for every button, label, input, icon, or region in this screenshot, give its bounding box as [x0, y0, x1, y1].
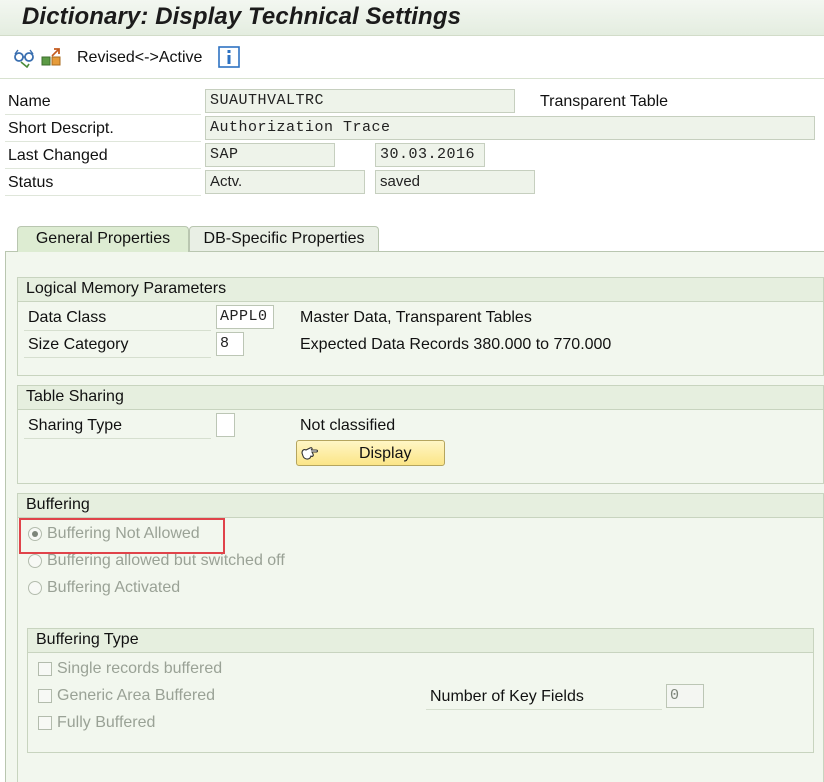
name-field[interactable]: SUAUTHVALTRC	[205, 89, 515, 113]
data-class-label: Data Class	[24, 305, 211, 331]
tab-general-properties[interactable]: General Properties	[17, 226, 189, 252]
tab-general-properties-label: General Properties	[35, 230, 171, 247]
size-category-desc: Expected Data Records 380.000 to 770.000	[300, 336, 612, 353]
checkbox-single-records-label: Single records buffered	[57, 660, 223, 677]
revised-active-button[interactable]: Revised<->Active	[77, 49, 202, 67]
other-object-icon[interactable]	[40, 46, 62, 68]
display-button-label: Display	[359, 445, 412, 462]
key-fields-label: Number of Key Fields	[426, 684, 662, 710]
status-label: Status	[5, 171, 201, 196]
last-changed-date-field[interactable]: 30.03.2016	[375, 143, 485, 167]
checkbox-single-records[interactable]	[38, 662, 52, 676]
table-sharing-title: Table Sharing	[18, 386, 823, 410]
status-saved-field[interactable]: saved	[375, 170, 535, 194]
buffering-type-title: Buffering Type	[28, 629, 813, 653]
last-changed-user-field[interactable]: SAP	[205, 143, 335, 167]
radio-buffering-switched-off-label: Buffering allowed but switched off	[47, 552, 285, 569]
buffering-title: Buffering	[18, 494, 823, 518]
sharing-type-label: Sharing Type	[24, 413, 211, 439]
highlight-annotation	[19, 518, 225, 554]
sharing-type-desc: Not classified	[300, 417, 396, 434]
size-category-label: Size Category	[24, 332, 211, 358]
tab-db-specific-properties[interactable]: DB-Specific Properties	[189, 226, 379, 252]
tab-db-specific-properties-label: DB-Specific Properties	[203, 230, 365, 247]
checkbox-fully-buffered-label: Fully Buffered	[57, 714, 156, 731]
radio-buffering-activated[interactable]	[28, 581, 42, 595]
size-category-field[interactable]: 8	[216, 332, 244, 356]
hand-pointer-icon	[301, 447, 319, 460]
short-desc-label: Short Descript.	[5, 117, 201, 142]
short-desc-field[interactable]: Authorization Trace	[205, 116, 815, 140]
display-button[interactable]: Display	[296, 440, 445, 466]
checkbox-generic-area-label: Generic Area Buffered	[57, 687, 216, 704]
checkbox-generic-area[interactable]	[38, 689, 52, 703]
checkbox-fully-buffered[interactable]	[38, 716, 52, 730]
info-icon[interactable]	[218, 46, 240, 68]
data-class-field[interactable]: APPL0	[216, 305, 274, 329]
logical-memory-title: Logical Memory Parameters	[18, 278, 823, 302]
page-title: Dictionary: Display Technical Settings	[22, 3, 462, 30]
key-fields-field[interactable]: 0	[666, 684, 704, 708]
radio-buffering-switched-off[interactable]	[28, 554, 42, 568]
table-type-text: Transparent Table	[540, 93, 669, 110]
sharing-type-field[interactable]	[216, 413, 235, 437]
name-label: Name	[5, 90, 201, 115]
last-changed-label: Last Changed	[5, 144, 201, 169]
glasses-icon[interactable]	[13, 46, 35, 68]
status-field[interactable]: Actv.	[205, 170, 365, 194]
data-class-desc: Master Data, Transparent Tables	[300, 309, 532, 326]
radio-buffering-activated-label: Buffering Activated	[47, 579, 181, 596]
